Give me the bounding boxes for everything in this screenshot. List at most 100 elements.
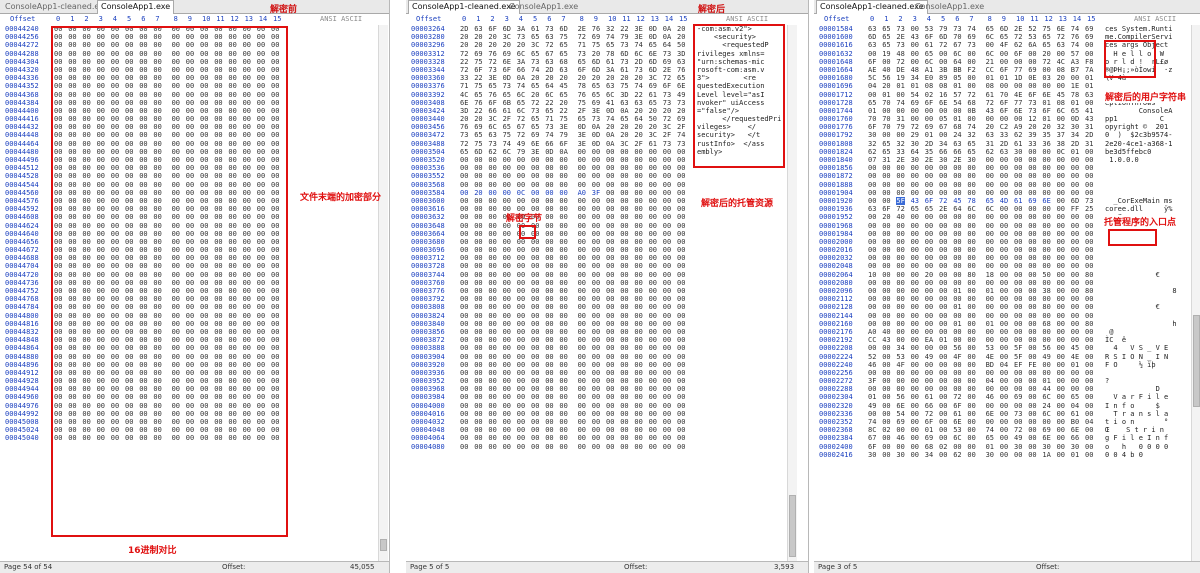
hex-byte[interactable]: 00 (911, 402, 919, 410)
hex-byte[interactable]: 00 (896, 426, 904, 434)
hex-byte[interactable]: 20 (882, 213, 890, 221)
hex-byte[interactable]: 00 (882, 295, 890, 303)
hex-byte[interactable]: 00 (911, 295, 919, 303)
hex-byte[interactable]: 00 (986, 172, 994, 180)
hex-byte[interactable]: 00 (592, 328, 600, 336)
hex-byte[interactable]: 22 (460, 58, 468, 66)
hex-byte[interactable]: 63 (1057, 41, 1065, 49)
hex-byte[interactable]: 00 (911, 25, 919, 33)
hex-byte[interactable]: 00 (986, 336, 994, 344)
hex-byte[interactable]: 00 (531, 320, 539, 328)
hex-byte[interactable]: 69 (531, 131, 539, 139)
hex-byte[interactable]: 00 (967, 181, 975, 189)
hex-byte[interactable]: 00 (460, 328, 468, 336)
hex-byte[interactable]: 20 (634, 123, 642, 131)
hex-byte[interactable]: 00 (488, 197, 496, 205)
hex-byte[interactable]: 00 (1028, 393, 1036, 401)
hex-byte[interactable]: 54 (953, 99, 961, 107)
hex-byte[interactable]: 04 (868, 82, 876, 90)
hex-byte[interactable]: 00 (1071, 279, 1079, 287)
hex-byte[interactable]: 43 (882, 336, 890, 344)
hex-byte[interactable]: 00 (460, 189, 468, 197)
hex-byte[interactable]: 0D (606, 107, 614, 115)
hex-byte[interactable]: 00 (649, 222, 657, 230)
hex-byte[interactable]: 00 (986, 328, 994, 336)
hex-byte[interactable]: 00 (634, 181, 642, 189)
hex-byte[interactable]: 68 (559, 58, 567, 66)
hex-byte[interactable]: 00 (1057, 451, 1065, 459)
hex-byte[interactable]: 20 (460, 41, 468, 49)
hex-byte[interactable]: 00 (939, 328, 947, 336)
hex-byte[interactable]: 30 (1042, 443, 1050, 451)
hex-byte[interactable]: 41 (1085, 107, 1093, 115)
hex-byte[interactable]: 00 (517, 377, 525, 385)
hex-byte[interactable]: 00 (953, 222, 961, 230)
hex-byte[interactable]: 2E (578, 25, 586, 33)
hex-byte[interactable]: 00 (578, 213, 586, 221)
hex-byte[interactable]: 00 (1057, 262, 1065, 270)
hex-byte[interactable]: 00 (967, 115, 975, 123)
hex-byte[interactable]: 00 (474, 156, 482, 164)
hex-byte[interactable]: 00 (592, 156, 600, 164)
hex-byte[interactable]: 33 (1000, 131, 1008, 139)
hex-byte[interactable]: 65 (882, 25, 890, 33)
hex-byte[interactable]: 00 (531, 410, 539, 418)
hex-byte[interactable]: 20 (986, 123, 994, 131)
hex-byte[interactable]: 00 (1000, 222, 1008, 230)
hex-byte[interactable]: 33 (896, 148, 904, 156)
hex-byte[interactable]: 00 (1028, 230, 1036, 238)
hex-byte[interactable]: 75 (474, 58, 482, 66)
hex-byte[interactable]: 74 (677, 131, 685, 139)
hex-byte[interactable]: 00 (545, 246, 553, 254)
hex-byte[interactable]: 50 (677, 41, 685, 49)
hex-byte[interactable]: 73 (634, 66, 642, 74)
hex-byte[interactable]: 00 (1028, 451, 1036, 459)
hex-byte[interactable]: 00 (592, 279, 600, 287)
hex-byte[interactable]: 00 (488, 156, 496, 164)
hex-byte[interactable]: 71 (460, 82, 468, 90)
hex-byte[interactable]: 69 (967, 33, 975, 41)
hex-byte[interactable]: 04 (986, 377, 994, 385)
hex-byte[interactable]: 00 (634, 418, 642, 426)
hex-byte[interactable]: 01 (953, 287, 961, 295)
hex-byte[interactable]: 00 (474, 369, 482, 377)
hex-byte[interactable]: 22 (474, 74, 482, 82)
hex-byte[interactable]: 00 (882, 107, 890, 115)
hex-byte[interactable]: 00 (474, 254, 482, 262)
hex-byte[interactable]: 00 (503, 402, 511, 410)
hex-row[interactable]: 00001808 32 65 32 30 2D 34 63 65 31 2D 61 33 36 38 2D 31… (814, 140, 1189, 148)
hex-byte[interactable]: 00 (620, 181, 628, 189)
hex-byte[interactable]: 00 (578, 181, 586, 189)
hex-byte[interactable]: 69 (925, 434, 933, 442)
hex-byte[interactable]: 5F (896, 196, 905, 206)
hex-byte[interactable]: 00 (677, 385, 685, 393)
hex-byte[interactable]: 00 (911, 164, 919, 172)
hex-byte[interactable]: 73 (663, 91, 671, 99)
hex-byte[interactable]: 37 (1057, 131, 1065, 139)
hex-byte[interactable]: 00 (925, 369, 933, 377)
hex-byte[interactable]: 00 (1057, 295, 1065, 303)
hex-byte[interactable]: 00 (460, 197, 468, 205)
hex-byte[interactable]: 00 (911, 443, 919, 451)
hex-byte[interactable]: 00 (620, 336, 628, 344)
hex-byte[interactable]: 00 (677, 238, 685, 246)
hex-byte[interactable]: 00 (634, 402, 642, 410)
hex-byte[interactable]: 4D (1000, 197, 1008, 205)
hex-byte[interactable]: 00 (649, 443, 657, 451)
hex-byte[interactable]: 00 (488, 238, 496, 246)
hex-byte[interactable]: 00 (896, 246, 904, 254)
hex-row[interactable]: 00002080 00 00 00 00 00 00 00 00 00 00 00 00 00 00 00 00 (814, 279, 1189, 287)
hex-byte[interactable]: 00 (663, 353, 671, 361)
hex-byte[interactable]: CC (986, 66, 994, 74)
hex-byte[interactable]: 65 (649, 41, 657, 49)
hex-byte[interactable]: 3C (649, 74, 657, 82)
hex-byte[interactable]: 24 (1042, 402, 1050, 410)
hex-byte[interactable]: 0C (517, 189, 525, 197)
hex-row[interactable]: 00002416 30 00 30 00 34 00 62 00 30 00 00 00 1A 00 01 00… (814, 451, 1189, 459)
hex-byte[interactable]: 00 (559, 205, 567, 213)
hex-byte[interactable]: 38 (1057, 140, 1065, 148)
hex-byte[interactable]: 00 (460, 410, 468, 418)
hex-byte[interactable]: 00 (1085, 393, 1093, 401)
hex-byte[interactable]: 00 (559, 377, 567, 385)
hex-byte[interactable]: 20 (925, 271, 933, 279)
